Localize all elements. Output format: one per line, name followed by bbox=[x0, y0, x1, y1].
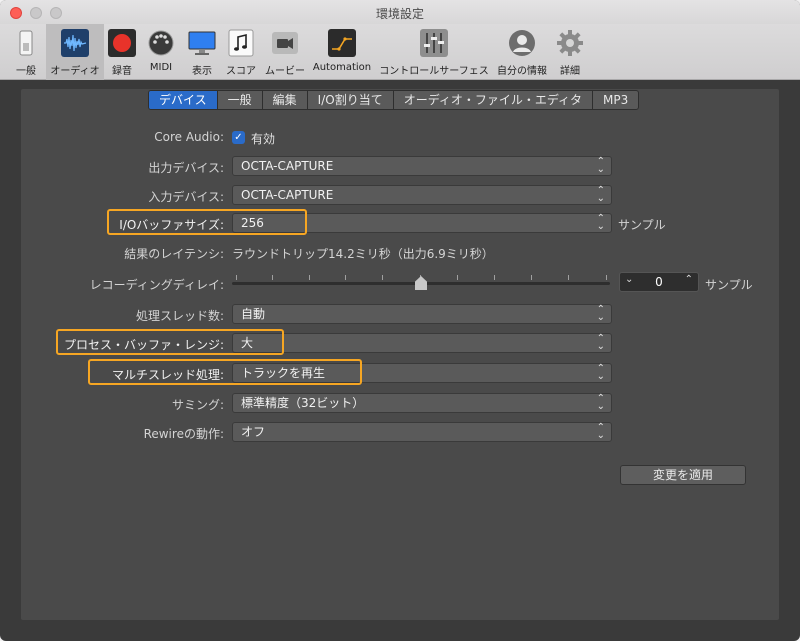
toolbar-label: ムービー bbox=[265, 66, 305, 77]
slider-tick bbox=[382, 275, 383, 280]
toolbar-label: コントロールサーフェス bbox=[379, 66, 489, 77]
slider-tick bbox=[531, 275, 532, 280]
chevron-updown-icon: ⌃ ⌄ bbox=[596, 304, 605, 323]
slider-tick bbox=[606, 275, 607, 280]
summing-select[interactable]: 標準精度（32ビット） ⌃ ⌄ bbox=[232, 393, 612, 413]
process-threads-label: 処理スレッド数: bbox=[135, 309, 224, 323]
toolbar-label: オーディオ bbox=[50, 66, 100, 77]
process-buffer-select[interactable]: 大 ⌃ ⌄ bbox=[232, 333, 612, 353]
process-threads-value: 自動 bbox=[241, 307, 266, 321]
output-device-value: OCTA-CAPTURE bbox=[241, 159, 334, 173]
toolbar-label: 録音 bbox=[112, 66, 132, 77]
highlight-multithread bbox=[88, 359, 362, 385]
monitor-icon bbox=[188, 31, 216, 55]
chevron-updown-icon: ⌃ ⌄ bbox=[596, 422, 605, 441]
toolbar-record[interactable]: 録音 bbox=[106, 24, 138, 80]
apply-changes-button[interactable]: 変更を適用 bbox=[620, 465, 746, 485]
io-buffer-unit: サンプル bbox=[618, 218, 666, 232]
window-title: 環境設定 bbox=[375, 7, 424, 21]
highlight-process-buffer bbox=[56, 329, 284, 355]
rewire-value: オフ bbox=[241, 425, 266, 439]
tab-edit[interactable]: 編集 bbox=[263, 91, 308, 109]
toolbar-label: 一般 bbox=[16, 66, 36, 77]
toolbar-my-info[interactable]: 自分の情報 bbox=[494, 24, 550, 80]
input-device-label: 入力デバイス: bbox=[148, 190, 224, 204]
output-device-select[interactable]: OCTA-CAPTURE ⌃ ⌄ bbox=[232, 156, 612, 176]
chevron-updown-icon: ⌃ ⌄ bbox=[596, 185, 605, 204]
chevron-updown-icon: ⌃ ⌄ bbox=[596, 213, 605, 232]
switch-icon bbox=[19, 30, 33, 56]
tab-io-assignments[interactable]: I/O割り当て bbox=[308, 91, 394, 109]
tab-general[interactable]: 一般 bbox=[218, 91, 263, 109]
core-audio-checkbox[interactable]: ✓ bbox=[232, 131, 245, 144]
slider-tick bbox=[457, 275, 458, 280]
slider-tick bbox=[272, 275, 273, 280]
slider-tick bbox=[494, 275, 495, 280]
automation-curve-icon bbox=[328, 29, 356, 57]
user-avatar-icon bbox=[509, 30, 535, 56]
chevron-updown-icon: ⌃ ⌄ bbox=[596, 363, 605, 382]
preferences-window: 環境設定 一般 オーディオ 録音 MIDI 表示 スコア ムービー Automa… bbox=[0, 0, 800, 641]
slider-tick bbox=[568, 275, 569, 280]
recording-delay-stepper[interactable]: ⌄ 0 ⌃ bbox=[619, 272, 699, 292]
tab-mp3[interactable]: MP3 bbox=[593, 91, 638, 109]
rewire-label: Rewireの動作: bbox=[143, 427, 224, 441]
latency-value: ラウンドトリップ14.2ミリ秒（出力6.9ミリ秒） bbox=[232, 247, 494, 261]
rewire-select[interactable]: オフ ⌃ ⌄ bbox=[232, 422, 612, 442]
toolbar-control-surfaces[interactable]: コントロールサーフェス bbox=[377, 24, 491, 80]
toolbar-label: Automation bbox=[312, 62, 372, 73]
slider-tick bbox=[345, 275, 346, 280]
chevron-updown-icon: ⌃ ⌄ bbox=[596, 156, 605, 175]
core-audio-value: 有効 bbox=[251, 132, 276, 146]
input-device-select[interactable]: OCTA-CAPTURE ⌃ ⌄ bbox=[232, 185, 612, 205]
midi-connector-icon bbox=[148, 30, 174, 56]
output-device-label: 出力デバイス: bbox=[148, 161, 224, 175]
recording-delay-label: レコーディングディレイ: bbox=[89, 278, 224, 292]
toolbar: 一般 オーディオ 録音 MIDI 表示 スコア ムービー Automation … bbox=[0, 24, 800, 80]
music-note-icon bbox=[228, 29, 254, 57]
video-camera-icon bbox=[272, 32, 298, 54]
summing-value: 標準精度（32ビット） bbox=[241, 396, 365, 410]
core-audio-label: Core Audio: bbox=[154, 130, 224, 144]
process-threads-select[interactable]: 自動 ⌃ ⌄ bbox=[232, 304, 612, 324]
tab-bar: デバイス 一般 編集 I/O割り当て オーディオ・ファイル・エディタ MP3 bbox=[148, 90, 640, 110]
chevron-updown-icon: ⌃ ⌄ bbox=[596, 393, 605, 412]
waveform-icon bbox=[61, 29, 89, 57]
highlight-io-buffer bbox=[107, 209, 307, 235]
title-bar: 環境設定 bbox=[0, 0, 800, 24]
mixer-faders-icon bbox=[420, 29, 448, 57]
toolbar-label: MIDI bbox=[149, 62, 173, 73]
toolbar-label: 詳細 bbox=[560, 66, 580, 77]
chevron-updown-icon: ⌃ ⌄ bbox=[596, 333, 605, 352]
tab-audio-file-editor[interactable]: オーディオ・ファイル・エディタ bbox=[394, 91, 594, 109]
tab-devices[interactable]: デバイス bbox=[149, 91, 218, 109]
toolbar-automation[interactable]: Automation bbox=[311, 24, 373, 80]
chevron-up-icon[interactable]: ⌃ bbox=[685, 274, 693, 285]
slider-tick bbox=[309, 275, 310, 280]
gear-icon bbox=[557, 30, 583, 56]
summing-label: サミング: bbox=[171, 398, 224, 412]
toolbar-label: 表示 bbox=[192, 66, 212, 77]
toolbar-label: 自分の情報 bbox=[497, 66, 547, 77]
latency-label: 結果のレイテンシ: bbox=[124, 247, 224, 261]
toolbar-score[interactable]: スコア bbox=[224, 24, 258, 80]
input-device-value: OCTA-CAPTURE bbox=[241, 188, 334, 202]
record-icon bbox=[108, 29, 136, 57]
toolbar-general[interactable]: 一般 bbox=[8, 24, 44, 80]
toolbar-label: スコア bbox=[226, 66, 256, 77]
toolbar-movie[interactable]: ムービー bbox=[263, 24, 307, 80]
toolbar-display[interactable]: 表示 bbox=[183, 24, 221, 80]
toolbar-advanced[interactable]: 詳細 bbox=[552, 24, 588, 80]
toolbar-midi[interactable]: MIDI bbox=[144, 24, 178, 80]
recording-delay-unit: サンプル bbox=[705, 278, 753, 292]
toolbar-audio[interactable]: オーディオ bbox=[46, 24, 104, 80]
slider-tick bbox=[236, 275, 237, 280]
